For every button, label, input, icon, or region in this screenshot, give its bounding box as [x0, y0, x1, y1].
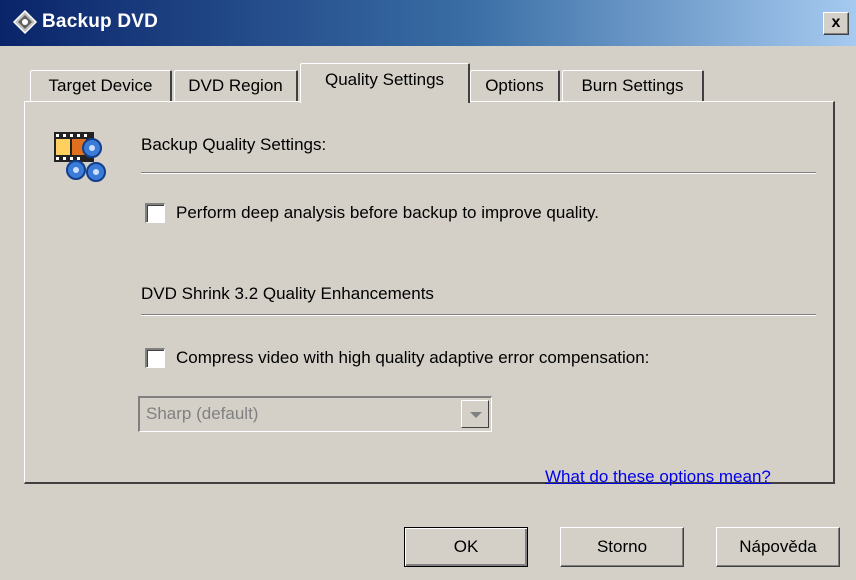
- help-options-link[interactable]: What do these options mean?: [545, 467, 771, 487]
- tab-quality-settings[interactable]: Quality Settings: [300, 63, 470, 103]
- tab-dvd-region[interactable]: DVD Region: [174, 70, 298, 102]
- cancel-button[interactable]: Storno: [560, 527, 684, 567]
- compress-video-checkbox[interactable]: [145, 348, 165, 368]
- compress-video-label[interactable]: Compress video with high quality adaptiv…: [176, 348, 649, 368]
- tab-label: DVD Region: [188, 76, 283, 95]
- tab-label: Burn Settings: [581, 76, 684, 95]
- window-title: Backup DVD: [42, 11, 159, 32]
- tab-target-device[interactable]: Target Device: [30, 70, 172, 102]
- chevron-down-icon[interactable]: [461, 400, 489, 428]
- divider: [141, 172, 816, 174]
- title-bar[interactable]: Backup DVD x: [0, 0, 856, 46]
- tab-options[interactable]: Options: [470, 70, 560, 102]
- tab-label: Quality Settings: [324, 70, 445, 89]
- quality-mode-select[interactable]: Sharp (default): [138, 396, 492, 432]
- deep-analysis-checkbox[interactable]: [145, 203, 165, 223]
- close-button[interactable]: x: [823, 12, 849, 35]
- film-gears-icon: [54, 132, 106, 182]
- deep-analysis-label[interactable]: Perform deep analysis before backup to i…: [176, 203, 599, 223]
- ok-button[interactable]: OK: [404, 527, 528, 567]
- tab-label: Target Device: [48, 76, 153, 95]
- section-heading-quality-enhancements: DVD Shrink 3.2 Quality Enhancements: [141, 284, 434, 303]
- app-icon: [12, 9, 38, 35]
- select-value: Sharp (default): [146, 404, 259, 423]
- section-heading-backup-quality: Backup Quality Settings:: [141, 135, 327, 154]
- help-button[interactable]: Nápověda: [716, 527, 840, 567]
- tab-label: Options: [485, 76, 544, 95]
- tab-burn-settings[interactable]: Burn Settings: [562, 70, 704, 102]
- divider: [141, 314, 816, 316]
